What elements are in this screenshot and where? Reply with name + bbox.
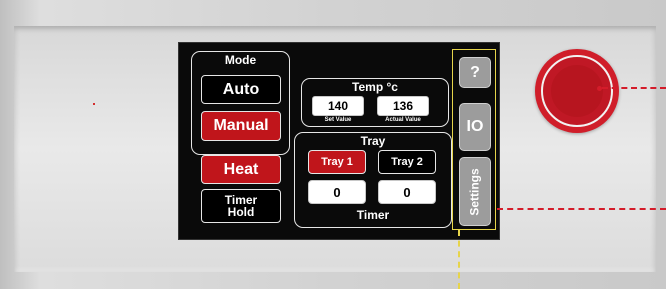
- indicator-dot: [93, 103, 95, 105]
- emergency-stop-button[interactable]: [535, 49, 619, 133]
- timer-label: Timer: [356, 208, 390, 222]
- auto-button[interactable]: Auto: [201, 75, 281, 104]
- settings-button[interactable]: Settings: [459, 157, 491, 226]
- callout-line-red-settings: [497, 208, 666, 210]
- actual-value-label: Actual Value: [385, 117, 421, 123]
- actual-value-field: 136: [377, 96, 429, 116]
- knob-center: [551, 65, 603, 117]
- set-value-field[interactable]: 140: [312, 96, 364, 116]
- tray1-button[interactable]: Tray 1: [308, 150, 366, 174]
- set-value-label: Set Value: [324, 117, 352, 123]
- temp-title: Temp °c: [352, 80, 398, 94]
- mode-title: Mode: [224, 53, 257, 67]
- settings-label: Settings: [468, 167, 482, 216]
- timer-hold-line2: Hold: [227, 205, 255, 219]
- knob-ring: [541, 55, 613, 127]
- tray2-timer-field[interactable]: 0: [378, 180, 436, 204]
- timer-hold-button[interactable]: Timer Hold: [201, 189, 281, 223]
- io-button[interactable]: IO: [459, 103, 491, 151]
- tray-title: Tray: [360, 134, 386, 148]
- help-button[interactable]: ?: [459, 57, 491, 88]
- callout-line-yellow: [458, 230, 460, 289]
- heat-button[interactable]: Heat: [201, 155, 281, 184]
- manual-button[interactable]: Manual: [201, 111, 281, 141]
- callout-line-red-knob: [602, 87, 666, 89]
- tray2-button[interactable]: Tray 2: [378, 150, 436, 174]
- tray1-timer-field[interactable]: 0: [308, 180, 366, 204]
